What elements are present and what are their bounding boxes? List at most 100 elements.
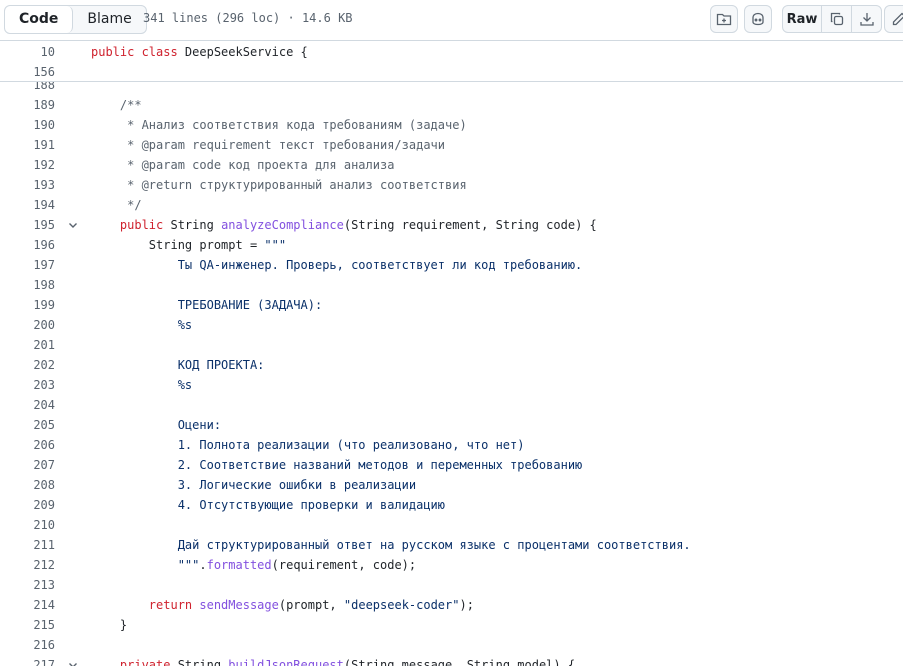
line-number[interactable]: 156: [0, 65, 55, 79]
code-token: "deepseek-coder": [343, 598, 460, 612]
line-number[interactable]: 192: [0, 158, 55, 172]
code-line[interactable]: 209 4. Отсутствующие проверки и валидаци…: [0, 495, 903, 515]
code-line[interactable]: 202 КОД ПРОЕКТА:: [0, 355, 903, 375]
line-number[interactable]: 200: [0, 318, 55, 332]
code-line[interactable]: 203 %s: [0, 375, 903, 395]
line-number[interactable]: 216: [0, 638, 55, 652]
line-number[interactable]: 211: [0, 538, 55, 552]
code-token: %s: [91, 318, 193, 332]
code-line[interactable]: 213: [0, 575, 903, 595]
code-text: Дай структурированный ответ на русском я…: [91, 538, 903, 552]
code-text: """.formatted(requirement, code);: [91, 558, 903, 572]
line-number[interactable]: 201: [0, 338, 55, 352]
line-number[interactable]: 205: [0, 418, 55, 432]
fold-chevron-icon[interactable]: [55, 219, 91, 231]
line-number[interactable]: 196: [0, 238, 55, 252]
line-number[interactable]: 209: [0, 498, 55, 512]
code-token: Дай структурированный ответ на русском я…: [91, 538, 691, 552]
line-number[interactable]: 212: [0, 558, 55, 572]
code-line[interactable]: 207 2. Соответствие названий методов и п…: [0, 455, 903, 475]
code-text: public class DeepSeekService {: [91, 45, 903, 59]
code-line[interactable]: 190 * Анализ соответствия кода требовани…: [0, 115, 903, 135]
line-number[interactable]: 206: [0, 438, 55, 452]
copilot-button[interactable]: [744, 5, 772, 33]
code-line[interactable]: 204: [0, 395, 903, 415]
code-token: }: [91, 618, 128, 632]
code-text: Ты QA-инженер. Проверь, соответствует ли…: [91, 258, 903, 272]
code-token: String prompt =: [91, 238, 265, 252]
code-line[interactable]: 193 * @return структурированный анализ с…: [0, 175, 903, 195]
line-number[interactable]: 191: [0, 138, 55, 152]
symbols-button[interactable]: [710, 5, 738, 33]
line-number[interactable]: 215: [0, 618, 55, 632]
code-line[interactable]: 189 /**: [0, 95, 903, 115]
code-line[interactable]: 196 String prompt = """: [0, 235, 903, 255]
line-number[interactable]: 204: [0, 398, 55, 412]
line-number[interactable]: 207: [0, 458, 55, 472]
code-line[interactable]: 214 return sendMessage(prompt, "deepseek…: [0, 595, 903, 615]
code-line[interactable]: 201: [0, 335, 903, 355]
code-token: Ты QA-инженер. Проверь, соответствует ли…: [91, 258, 583, 272]
line-number[interactable]: 190: [0, 118, 55, 132]
line-number[interactable]: 189: [0, 98, 55, 112]
code-token: (requirement, code);: [271, 558, 417, 572]
code-text: return sendMessage(prompt, "deepseek-cod…: [91, 598, 903, 612]
line-number[interactable]: 210: [0, 518, 55, 532]
code-line[interactable]: 212 """.formatted(requirement, code);: [0, 555, 903, 575]
code-token: 3. Логические ошибки в реализации: [91, 478, 417, 492]
code-line[interactable]: 206 1. Полнота реализации (что реализова…: [0, 435, 903, 455]
code-line[interactable]: 216: [0, 635, 903, 655]
line-number[interactable]: 217: [0, 658, 55, 666]
line-number[interactable]: 214: [0, 598, 55, 612]
copy-button[interactable]: [821, 6, 851, 32]
code-token: * Анализ соответствия кода требованиям (…: [91, 118, 467, 132]
fold-chevron-icon[interactable]: [55, 659, 91, 666]
code-line[interactable]: 194 */: [0, 195, 903, 215]
line-number[interactable]: 195: [0, 218, 55, 232]
line-number[interactable]: 208: [0, 478, 55, 492]
code-text: 1. Полнота реализации (что реализовано, …: [91, 438, 903, 452]
code-line[interactable]: 200 %s: [0, 315, 903, 335]
tab-code[interactable]: Code: [5, 6, 74, 33]
line-number[interactable]: 188: [0, 82, 55, 92]
code-line[interactable]: 210: [0, 515, 903, 535]
line-number[interactable]: 194: [0, 198, 55, 212]
line-number[interactable]: 193: [0, 178, 55, 192]
code-text: public String analyzeCompliance(String r…: [91, 218, 903, 232]
code-line[interactable]: 208 3. Логические ошибки в реализации: [0, 475, 903, 495]
code-line[interactable]: 215 }: [0, 615, 903, 635]
code-text: * @return структурированный анализ соотв…: [91, 178, 903, 192]
line-number[interactable]: 202: [0, 358, 55, 372]
tab-blame[interactable]: Blame: [73, 6, 145, 33]
code-line[interactable]: 211 Дай структурированный ответ на русск…: [0, 535, 903, 555]
copy-icon: [830, 12, 843, 26]
code-line[interactable]: 198: [0, 275, 903, 295]
code-line[interactable]: 199 ТРЕБОВАНИЕ (ЗАДАЧА):: [0, 295, 903, 315]
line-number[interactable]: 198: [0, 278, 55, 292]
code-text: }: [91, 618, 903, 632]
code-line[interactable]: 205 Оцени:: [0, 415, 903, 435]
code-line[interactable]: 195 public String analyzeCompliance(Stri…: [0, 215, 903, 235]
code-line[interactable]: 217 private String buildJsonRequest(Stri…: [0, 655, 903, 666]
code-text: private String buildJsonRequest(String m…: [91, 658, 903, 666]
code-line[interactable]: 188: [0, 82, 903, 95]
code-token: */: [91, 198, 142, 212]
code-text: 4. Отсутствующие проверки и валидацию: [91, 498, 903, 512]
raw-button[interactable]: Raw: [783, 6, 821, 32]
code-line[interactable]: 197 Ты QA-инженер. Проверь, соответствуе…: [0, 255, 903, 275]
line-number[interactable]: 197: [0, 258, 55, 272]
edit-button[interactable]: [884, 5, 903, 33]
code-line[interactable]: 192 * @param code код проекта для анализ…: [0, 155, 903, 175]
code-line[interactable]: 191 * @param requirement текст требовани…: [0, 135, 903, 155]
code-text: String prompt = """: [91, 238, 903, 252]
line-number[interactable]: 10: [0, 45, 55, 59]
code-view[interactable]: 188 189 /** 190 * Анализ соответствия кода…: [0, 82, 903, 666]
sticky-line[interactable]: 156: [0, 62, 903, 82]
sticky-line[interactable]: 10 public class DeepSeekService {: [0, 42, 903, 62]
line-number[interactable]: 199: [0, 298, 55, 312]
download-button[interactable]: [851, 6, 881, 32]
code-text: %s: [91, 378, 903, 392]
line-number[interactable]: 203: [0, 378, 55, 392]
line-number[interactable]: 213: [0, 578, 55, 592]
